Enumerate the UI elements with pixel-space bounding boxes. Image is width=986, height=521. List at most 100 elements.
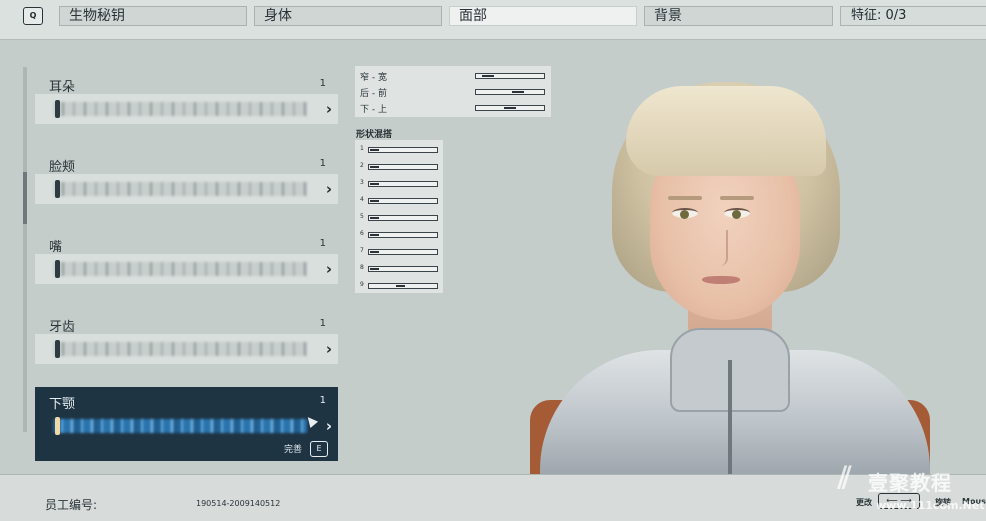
feature-label: 脸颊 (49, 160, 76, 175)
shape-blend-row[interactable]: 8 (360, 262, 440, 276)
shape-blend-slider-track[interactable] (368, 249, 438, 255)
feature-teeth[interactable]: 牙齿 1 › (35, 310, 338, 384)
slider-track[interactable] (53, 102, 307, 116)
shape-blend-slider-handle[interactable] (370, 251, 379, 253)
eyebrow-right (720, 196, 754, 200)
list-scroll-thumb[interactable] (23, 172, 27, 224)
character-portrait[interactable] (530, 60, 930, 474)
shape-blend-slider-handle[interactable] (370, 166, 379, 168)
feature-label: 嘴 (49, 240, 63, 255)
feature-slider[interactable]: › (35, 334, 338, 364)
slider-handle[interactable] (55, 180, 60, 198)
chevron-right-icon[interactable]: › (326, 260, 332, 278)
shape-blend-slider-track[interactable] (368, 283, 438, 289)
slider-track[interactable] (53, 419, 307, 433)
shape-blend-label: 4 (360, 196, 364, 203)
shape-blend-label: 8 (360, 264, 364, 271)
feature-slider[interactable]: › (35, 254, 338, 284)
watermark-logo-icon: ⫽ (838, 461, 852, 496)
dimension-sliders-panel: 窄 - 宽 后 - 前 下 - 上 (355, 66, 551, 117)
watermark-text: 壹聚教程 (868, 471, 952, 495)
shape-blend-label: 9 (360, 281, 364, 288)
chevron-right-icon[interactable]: › (326, 340, 332, 358)
tab-traits[interactable]: 特征: 0/3 (840, 6, 986, 26)
feature-label: 下颚 (49, 397, 76, 412)
dimension-slider-row[interactable]: 窄 - 宽 (360, 69, 546, 83)
slider-track[interactable] (53, 182, 307, 196)
tab-body[interactable]: 身体 (254, 6, 442, 26)
slider-handle[interactable] (55, 340, 60, 358)
shape-blend-slider-track[interactable] (368, 215, 438, 221)
tab-background[interactable]: 背景 (644, 6, 833, 26)
employee-id-label: 员工编号: (45, 498, 98, 512)
done-key-e[interactable]: E (310, 441, 328, 457)
feature-slider[interactable]: › (35, 174, 338, 204)
shape-blend-row[interactable]: 9 (360, 279, 440, 293)
nose (716, 230, 728, 266)
watermark: ⫽ 壹聚教程 www.111com.Net (820, 455, 986, 521)
top-bar: Q 生物秘钥 身体 面部 背景 特征: 0/3 (0, 0, 986, 40)
shape-blend-slider-track[interactable] (368, 266, 438, 272)
dimension-label: 下 - 上 (360, 105, 387, 115)
dimension-label: 窄 - 宽 (360, 73, 387, 83)
dimension-slider-row[interactable]: 下 - 上 (360, 101, 546, 115)
shape-blend-label: 5 (360, 213, 364, 220)
slider-handle[interactable] (55, 260, 60, 278)
feature-label: 牙齿 (49, 320, 76, 335)
shape-blend-slider-handle[interactable] (396, 285, 405, 287)
eyebrow-left (668, 196, 702, 200)
shape-blend-slider-handle[interactable] (370, 149, 379, 151)
shape-blend-row[interactable]: 2 (360, 160, 440, 174)
tab-face[interactable]: 面部 (449, 6, 637, 26)
back-key-q[interactable]: Q (23, 7, 43, 25)
feature-value: 1 (319, 395, 326, 406)
dimension-label: 后 - 前 (360, 89, 387, 99)
chevron-right-icon[interactable]: › (326, 100, 332, 118)
feature-value: 1 (319, 78, 326, 89)
dimension-slider-row[interactable]: 后 - 前 (360, 85, 546, 99)
feature-value: 1 (319, 318, 326, 329)
feature-mouth[interactable]: 嘴 1 › (35, 230, 338, 304)
shape-blend-row[interactable]: 3 (360, 177, 440, 191)
slider-track[interactable] (53, 262, 307, 276)
shape-blend-label: 1 (360, 145, 364, 152)
done-label: 完善 (283, 445, 302, 455)
feature-value: 1 (319, 238, 326, 249)
shape-blend-row[interactable]: 6 (360, 228, 440, 242)
eye-left (672, 208, 698, 219)
eye-right (724, 208, 750, 219)
feature-cheeks[interactable]: 脸颊 1 › (35, 150, 338, 224)
shape-blend-row[interactable]: 5 (360, 211, 440, 225)
chevron-right-icon[interactable]: › (326, 180, 332, 198)
shape-blend-slider-track[interactable] (368, 198, 438, 204)
shape-blend-slider-handle[interactable] (370, 268, 379, 270)
dimension-slider-handle[interactable] (512, 91, 524, 93)
shape-blend-slider-handle[interactable] (370, 234, 379, 236)
shape-blend-label: 3 (360, 179, 364, 186)
feature-slider[interactable]: › (35, 94, 338, 124)
slider-handle[interactable] (55, 100, 60, 118)
shape-blend-row[interactable]: 4 (360, 194, 440, 208)
shape-blend-row[interactable]: 1 (360, 143, 440, 157)
shape-blend-row[interactable]: 7 (360, 245, 440, 259)
feature-value: 1 (319, 158, 326, 169)
feature-label: 耳朵 (49, 80, 76, 95)
slider-handle[interactable] (55, 417, 60, 435)
watermark-url: www.111com.Net (876, 499, 985, 512)
chevron-right-icon[interactable]: › (326, 417, 332, 435)
slider-track[interactable] (53, 342, 307, 356)
dimension-slider-handle[interactable] (504, 107, 516, 109)
shape-blend-slider-track[interactable] (368, 147, 438, 153)
shape-blend-slider-handle[interactable] (370, 183, 379, 185)
shape-blend-slider-handle[interactable] (370, 200, 379, 202)
feature-ears[interactable]: 耳朵 1 › (35, 70, 338, 144)
feature-jaw[interactable]: 下颚 1 › 完善 E (35, 387, 338, 461)
tab-biometric-key[interactable]: 生物秘钥 (59, 6, 247, 26)
shape-blend-slider-track[interactable] (368, 181, 438, 187)
shape-blend-slider-track[interactable] (368, 232, 438, 238)
feature-slider[interactable]: › (35, 411, 338, 441)
list-scrollbar[interactable] (23, 67, 27, 432)
shape-blend-slider-track[interactable] (368, 164, 438, 170)
dimension-slider-handle[interactable] (482, 75, 494, 77)
shape-blend-slider-handle[interactable] (370, 217, 379, 219)
